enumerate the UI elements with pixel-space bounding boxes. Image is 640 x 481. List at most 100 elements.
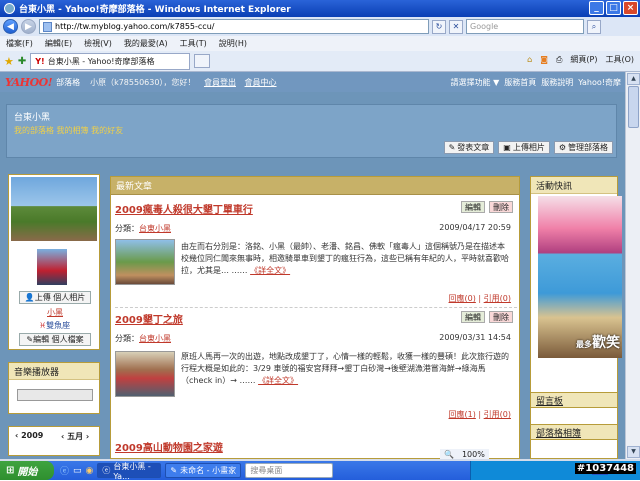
minimize-button[interactable]: _ [589,1,604,15]
profile-name[interactable]: 小黑 [47,307,63,318]
home-icon[interactable]: ⌂ [527,55,532,64]
articles-header: 最新文章 [111,177,519,195]
music-player-control[interactable] [17,389,93,401]
page-icon [43,21,52,32]
menu-help[interactable]: 說明(H) [219,38,247,49]
article-1: 2009瘋毒人殺很大墾丁單車行 編輯 刪除 分類：台東小黑 2009/04/17… [115,201,517,311]
delete-button[interactable]: 刪除 [489,201,513,213]
back-button[interactable]: ◀ [3,19,18,34]
quicklaunch-desktop-icon[interactable]: ▭ [73,466,82,476]
quicklaunch-ie-icon[interactable]: ⓔ [60,464,69,477]
menu-tools[interactable]: 工具(T) [180,38,207,49]
event-caption: 最多歡笑 [576,335,620,351]
upload-photo-button[interactable]: ▣ 上傳相片 [498,141,550,154]
calendar-panel: ‹ 2009 ‹ 五月 › [8,426,100,456]
edit-button[interactable]: 編輯 [461,201,485,213]
edit-profile-button[interactable]: ✎ 編輯 個人檔案 [19,333,91,346]
function-select[interactable]: 請選擇功能 ▼ [451,77,500,88]
delete-button[interactable]: 刪除 [489,311,513,323]
blog-banner: 台東小黑 我的部落格 我的相簿 我的好友 ✎ 發表文章 ▣ 上傳相片 ⚙ 管理部落格 [6,104,617,158]
user-greeting: 小原（k7855​0630），您好！ 會員登出 會員中心 [90,77,277,87]
scroll-down-icon[interactable]: ▼ [627,446,640,458]
event-banner-image[interactable]: 最多歡笑 [538,196,622,358]
category-link[interactable]: 台東小黑 [139,224,171,233]
address-url: http://tw.myblog.yahoo.com/k7855-ccu/ [55,22,215,31]
article-excerpt: 由左而右分別是：洛銘、小黑（最帥）、老潘、銘昌、佛軟「瘋毒人」這個稱號乃是在描述… [181,242,509,275]
edit-icon: ✎ [26,335,34,344]
music-title: 音樂播放器 [9,363,99,380]
album-link[interactable]: 部落格相簿 [530,424,618,440]
article-title[interactable]: 2009瘋毒人殺很大墾丁單車行 [115,201,517,216]
blog-label[interactable]: 部落格 [56,77,80,88]
close-button[interactable]: × [623,1,638,15]
events-header: 活動快訊 [531,177,617,194]
yahoo-logo[interactable]: YAHOO! [5,76,53,89]
article-thumbnail[interactable] [115,351,175,397]
window-title: 台東小黑 - Yahoo!奇摩部落格 - Windows Internet Ex… [19,5,291,15]
search-input[interactable]: Google [466,19,584,34]
menu-favorites[interactable]: 我的最愛(A) [124,38,168,49]
edit-button[interactable]: 編輯 [461,311,485,323]
maximize-button[interactable]: □ [606,1,621,15]
trackback-link[interactable]: 引用(0) [484,294,511,303]
upload-profile-photo-button[interactable]: 👤 上傳 個人相片 [19,291,91,304]
taskbar: ⊞ 開始 ⓔ ▭ ◉ ⓔ 台東小黑 - Ya... ✎ 未命名 - 小畫家 搜尋桌面 … [0,461,640,481]
guestbook-link[interactable]: 留言板 [530,392,618,408]
article-date: 2009/03/31 14:54 [439,333,511,342]
menu-file[interactable]: 檔案(F) [6,38,33,49]
article-title[interactable]: 2009墾丁之旅 [115,311,517,326]
paint-icon: ✎ [170,466,178,475]
start-button[interactable]: ⊞ 開始 [0,461,54,480]
zoom-icon: 🔍 [444,450,454,459]
task-paint-window[interactable]: ✎ 未命名 - 小畫家 [165,463,242,478]
service-home-link[interactable]: 服務首頁 [504,77,536,88]
windows-flag-icon: ⊞ [6,465,15,476]
task-ie-window[interactable]: ⓔ 台東小黑 - Ya... [97,462,162,481]
read-more-link[interactable]: 《詳全文》 [250,266,290,275]
article-footer: 回應(1) | 引用(0) [448,410,511,419]
scroll-up-icon[interactable]: ▲ [627,73,640,85]
avatar [37,249,67,285]
add-favorite-icon[interactable]: ✚ [18,56,26,67]
service-help-link[interactable]: 服務說明 [541,77,573,88]
tools-menu[interactable]: 工具(O) [605,54,634,65]
vertical-scrollbar[interactable]: ▲ ▼ [625,72,640,459]
member-center-link[interactable]: 會員中心 [245,78,277,87]
tab-current[interactable]: Y! 台東小黑 - Yahoo!奇摩部落格 [30,52,191,70]
article-category: 分類：台東小黑 [115,334,171,343]
favorites-star-icon[interactable]: ★ [4,55,14,68]
rss-icon[interactable]: ◙ [540,55,548,64]
reply-link[interactable]: 回應(1) [449,410,476,419]
refresh-icon[interactable]: ↻ [432,19,446,34]
forward-button[interactable]: ▶ [21,19,36,34]
trackback-link[interactable]: 引用(0) [484,410,511,419]
blog-subnav[interactable]: 我的部落格 我的相簿 我的好友 [14,125,123,136]
profile-photo [11,177,97,241]
scroll-thumb[interactable] [628,86,639,128]
article-thumbnail[interactable] [115,239,175,285]
search-icon[interactable]: ⌕ [587,19,601,34]
yahoo-home-link[interactable]: Yahoo!奇摩 [578,77,621,88]
post-article-button[interactable]: ✎ 發表文章 [443,141,495,154]
manage-blog-button[interactable]: ⚙ 管理部落格 [553,141,613,154]
menu-view[interactable]: 檢視(V) [84,38,112,49]
address-input[interactable]: http://tw.myblog.yahoo.com/k7855-ccu/ [39,19,429,34]
zodiac-label: ♓雙魚座 [39,321,71,330]
article-date: 2009/04/17 20:59 [439,223,511,232]
print-icon[interactable]: ⎙ [556,55,562,65]
new-tab-button[interactable] [194,54,211,68]
blog-title[interactable]: 台東小黑 [14,110,50,123]
page-menu[interactable]: 網頁(P) [570,54,597,65]
menu-edit[interactable]: 編輯(E) [45,38,72,49]
photo-icon: ▣ [503,143,511,152]
category-link[interactable]: 台東小黑 [139,334,171,343]
calendar-month[interactable]: ‹ 五月 › [61,431,89,442]
desktop-search-input[interactable]: 搜尋桌面 [245,463,334,478]
reply-link[interactable]: 回應(0) [449,294,476,303]
logout-link[interactable]: 會員登出 [204,78,236,87]
calendar-year[interactable]: ‹ 2009 [15,431,43,440]
quicklaunch-media-icon[interactable]: ◉ [86,466,94,476]
stop-icon[interactable]: ✕ [449,19,463,34]
read-more-link[interactable]: 《詳全文》 [258,376,298,385]
yahoo-bar: YAHOO! 部落格 小原（k7855​0630），您好！ 會員登出 會員中心 … [0,72,625,92]
